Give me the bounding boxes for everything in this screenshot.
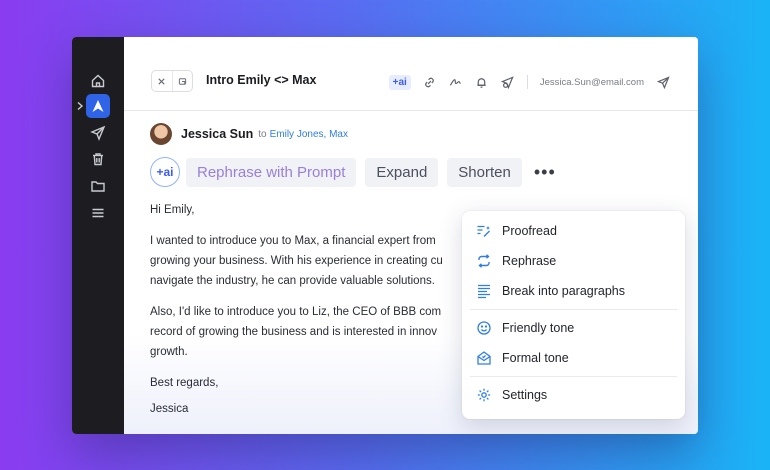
menu-item-formal-tone[interactable]: Formal tone: [470, 343, 677, 373]
menu-item-label: Formal tone: [502, 351, 569, 365]
menu-item-proofread[interactable]: Proofread: [470, 216, 677, 246]
signature-icon[interactable]: [449, 75, 463, 89]
shorten-button[interactable]: Shorten: [447, 157, 522, 187]
trash-icon[interactable]: [86, 147, 110, 171]
sender-name: Jessica Sun: [181, 127, 254, 141]
ai-toolbar: +ai Rephrase with Prompt Expand Shorten …: [150, 157, 557, 187]
header-divider: [526, 75, 528, 89]
greeting: Hi Emily,: [150, 204, 195, 216]
thread-title: Intro Emily <> Max: [206, 73, 317, 87]
menu-item-rephrase[interactable]: Rephrase: [470, 246, 677, 276]
menu-divider: [470, 376, 677, 377]
to-label: to: [258, 128, 267, 140]
window-controls: [151, 70, 193, 92]
thread-header: Intro Emily <> Max +ai Jessica.Sun@email…: [124, 37, 698, 111]
bell-icon[interactable]: [475, 75, 489, 89]
menu-item-settings[interactable]: Settings: [470, 380, 677, 410]
expand-button[interactable]: Expand: [365, 157, 439, 187]
chevron-right-icon: [77, 101, 84, 111]
menu-item-label: Break into paragraphs: [502, 284, 625, 298]
paragraphs-icon: [476, 283, 492, 299]
smile-icon: [476, 320, 492, 336]
menu-item-friendly-tone[interactable]: Friendly tone: [470, 313, 677, 343]
header-toolbar: +ai Jessica.Sun@email.com: [388, 72, 670, 92]
sender-row: Jessica Sun to Emily Jones, Max: [150, 123, 348, 145]
send-later-icon[interactable]: [501, 75, 515, 89]
ai-button[interactable]: +ai: [150, 157, 180, 187]
menu-icon[interactable]: [86, 201, 110, 225]
send-icon[interactable]: [656, 75, 670, 89]
menu-item-label: Proofread: [502, 224, 557, 238]
folder-icon[interactable]: [86, 174, 110, 198]
more-options-button[interactable]: •••: [533, 160, 557, 184]
proofread-icon: [476, 223, 492, 239]
sidebar-rail: [72, 37, 124, 434]
menu-item-label: Rephrase: [502, 254, 557, 268]
envelope-icon: [476, 350, 492, 366]
body-paragraph-1: I wanted to introduce you to Max, a fina…: [150, 235, 443, 287]
ai-actions-menu: Proofread Rephrase Break into paragraphs…: [462, 211, 685, 419]
rephrase-with-prompt-button[interactable]: Rephrase with Prompt: [186, 157, 357, 187]
menu-item-label: Settings: [502, 388, 548, 402]
ai-assistant-button[interactable]: +ai: [388, 74, 411, 90]
menu-item-label: Friendly tone: [502, 321, 575, 335]
menu-divider: [470, 309, 677, 310]
email-body[interactable]: Hi Emily, I wanted to introduce you to M…: [150, 200, 490, 430]
recipients-link[interactable]: Emily Jones, Max: [270, 129, 348, 140]
menu-item-break-into-paragraphs[interactable]: Break into paragraphs: [470, 276, 677, 306]
account-email[interactable]: Jessica.Sun@email.com: [540, 77, 644, 88]
close-icon[interactable]: [152, 71, 172, 91]
home-icon[interactable]: [86, 69, 110, 93]
gear-icon: [476, 387, 492, 403]
window-icon[interactable]: [171, 71, 193, 91]
signature: Jessica: [150, 403, 189, 415]
avatar[interactable]: [150, 123, 172, 145]
rephrase-icon: [476, 253, 492, 269]
body-paragraph-2: Also, I'd like to introduce you to Liz, …: [150, 306, 442, 358]
spark-app-icon[interactable]: [86, 94, 110, 118]
send-icon[interactable]: [86, 121, 110, 145]
closing: Best regards,: [150, 377, 219, 389]
link-icon[interactable]: [423, 75, 437, 89]
